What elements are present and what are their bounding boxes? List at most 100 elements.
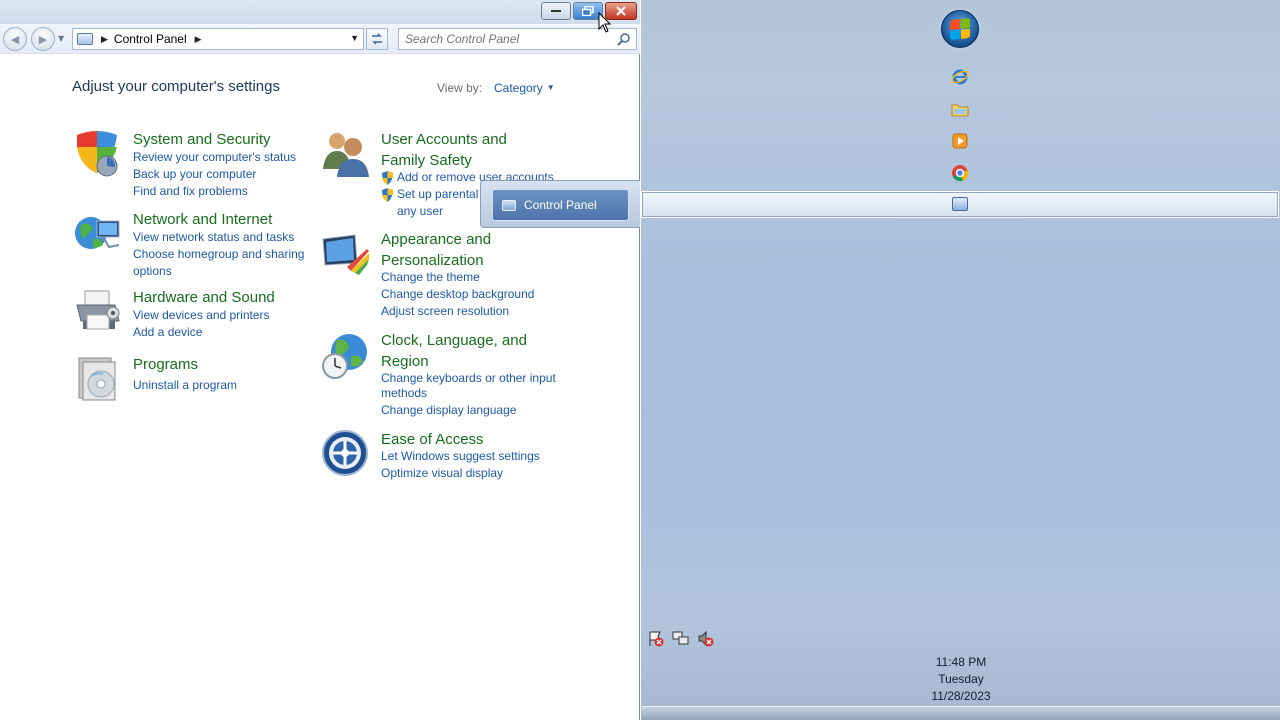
shield-icon[interactable]	[73, 129, 123, 179]
category-title[interactable]: Clock, Language, and Region	[381, 330, 527, 372]
link-windows-suggest-settings[interactable]: Let Windows suggest settings	[381, 448, 540, 465]
link-change-keyboards[interactable]: Change keyboards or other input methods	[381, 371, 556, 401]
minimize-button[interactable]	[541, 2, 571, 20]
category-title[interactable]: Programs	[133, 354, 198, 375]
title-line[interactable]: Personalization	[381, 252, 484, 269]
title-line[interactable]: Family Safety	[381, 152, 472, 169]
forward-arrow-icon: ▶	[38, 32, 48, 46]
breadcrumb-control-panel[interactable]: Control Panel	[114, 32, 187, 46]
clock-time[interactable]: 11:48 PM	[911, 654, 1011, 671]
link-review-status[interactable]: Review your computer's status	[133, 149, 296, 166]
volume-muted-icon[interactable]	[697, 630, 714, 647]
link-find-fix-problems[interactable]: Find and fix problems	[133, 183, 296, 200]
link-optimize-visual-display[interactable]: Optimize visual display	[381, 465, 540, 482]
category-network-and-internet: Network and Internet View network status…	[73, 209, 313, 279]
uac-shield-icon	[382, 171, 393, 185]
monitor-paint-icon[interactable]	[321, 229, 371, 279]
back-button[interactable]: ◀	[3, 27, 27, 51]
clock-day[interactable]: Tuesday	[911, 671, 1011, 688]
show-desktop-button[interactable]	[641, 706, 1280, 720]
printer-icon[interactable]	[73, 287, 123, 337]
uac-shield-icon	[382, 188, 393, 202]
clock-date[interactable]: 11/28/2023	[911, 688, 1011, 705]
title-line[interactable]: Region	[381, 353, 429, 370]
windows-explorer-icon	[951, 104, 969, 117]
control-panel-icon	[77, 33, 93, 45]
link-view-network-status[interactable]: View network status and tasks	[133, 229, 304, 246]
taskbar-internet-explorer[interactable]	[949, 66, 971, 88]
taskbar-windows-explorer[interactable]	[949, 99, 971, 121]
view-by-label: View by:	[437, 81, 483, 95]
windows-logo-icon	[950, 17, 970, 41]
link-display-language[interactable]: Change display language	[381, 403, 556, 418]
system-clock[interactable]: 11:48 PM Tuesday 11/28/2023	[911, 654, 1011, 705]
link-change-theme[interactable]: Change the theme	[381, 269, 534, 286]
link-add-device[interactable]: Add a device	[133, 324, 270, 341]
users-icon[interactable]	[321, 129, 371, 179]
restore-icon	[582, 6, 594, 16]
action-center-icon[interactable]	[647, 630, 664, 647]
breadcrumb-separator-icon[interactable]: ▶	[101, 34, 108, 45]
category-title[interactable]: Appearance and Personalization	[381, 229, 491, 271]
search-input[interactable]	[399, 32, 609, 46]
link-text-line[interactable]: Choose homegroup and sharing	[133, 247, 304, 261]
link-desktop-background[interactable]: Change desktop background	[381, 286, 534, 303]
taskbar-chrome[interactable]	[949, 162, 971, 184]
taskbar-control-panel[interactable]	[641, 191, 1279, 218]
start-button[interactable]	[941, 10, 979, 48]
category-programs: Programs Uninstall a program	[73, 354, 313, 404]
page-heading: Adjust your computer's settings	[72, 78, 280, 95]
taskbar-media-player[interactable]	[949, 130, 971, 152]
recent-pages-dropdown[interactable]: ▼	[58, 34, 64, 43]
ease-of-access-icon[interactable]	[321, 429, 371, 479]
navigation-bar: ◀ ▶ ▼ ▶ Control Panel ▶ ▼	[0, 24, 640, 54]
address-bar[interactable]: ▶ Control Panel ▶ ▼	[72, 28, 364, 50]
programs-disc-icon[interactable]	[73, 354, 123, 404]
title-bar[interactable]	[0, 0, 640, 24]
link-uninstall-program[interactable]: Uninstall a program	[133, 377, 237, 394]
title-line[interactable]: User Accounts and	[381, 131, 507, 148]
back-arrow-icon: ◀	[10, 32, 20, 46]
view-by-dropdown[interactable]: Category ▼	[494, 81, 555, 95]
internet-explorer-icon	[951, 69, 969, 85]
dropdown-arrow-icon[interactable]: ▼	[547, 83, 555, 92]
link-text-line[interactable]: methods	[381, 386, 427, 400]
thumbnail-item-control-panel[interactable]: Control Panel	[492, 189, 629, 221]
view-by-value[interactable]: Category	[494, 81, 543, 95]
notification-area	[647, 630, 714, 650]
search-icon[interactable]	[617, 32, 631, 46]
refresh-button[interactable]	[366, 28, 388, 50]
category-title[interactable]: Network and Internet	[133, 209, 272, 230]
category-appearance-personalization: Appearance and Personalization Change the…	[321, 229, 561, 324]
globe-clock-icon[interactable]	[321, 330, 371, 380]
forward-button[interactable]: ▶	[31, 27, 55, 51]
title-line[interactable]: Clock, Language, and	[381, 332, 527, 349]
thumbnail-label[interactable]: Control Panel	[524, 198, 597, 212]
breadcrumb-separator-icon[interactable]: ▶	[195, 34, 202, 45]
category-title[interactable]: Ease of Access	[381, 429, 484, 450]
chrome-icon	[952, 165, 969, 182]
close-icon	[616, 6, 626, 16]
link-homegroup-sharing[interactable]: Choose homegroup and sharing options	[133, 246, 304, 280]
taskbar-thumbnail-popup: Control Panel	[480, 180, 640, 228]
address-dropdown-icon[interactable]: ▼	[350, 33, 359, 43]
control-panel-window: ◀ ▶ ▼ ▶ Control Panel ▶ ▼ Adjust your co…	[0, 0, 640, 720]
link-devices-printers[interactable]: View devices and printers	[133, 307, 270, 324]
taskbar: 11:48 PM Tuesday 11/28/2023	[641, 0, 1280, 720]
category-ease-of-access: Ease of Access Let Windows suggest setti…	[321, 429, 561, 489]
category-hardware-and-sound: Hardware and Sound View devices and prin…	[73, 287, 313, 347]
network-icon[interactable]	[672, 630, 689, 647]
category-title[interactable]: Hardware and Sound	[133, 287, 275, 308]
media-player-icon	[952, 133, 968, 149]
link-text-line[interactable]: any user	[397, 204, 443, 218]
link-text-line[interactable]: options	[133, 264, 172, 278]
link-text-line[interactable]: Set up parental	[397, 187, 478, 201]
link-back-up[interactable]: Back up your computer	[133, 166, 296, 183]
network-globe-icon[interactable]	[73, 209, 123, 259]
category-title[interactable]: User Accounts and Family Safety	[381, 129, 507, 171]
link-text-line[interactable]: Change keyboards or other input	[381, 371, 556, 385]
category-clock-language-region: Clock, Language, and Region Change keyboa…	[321, 330, 561, 425]
category-title[interactable]: System and Security	[133, 129, 271, 150]
title-line[interactable]: Appearance and	[381, 231, 491, 248]
link-screen-resolution[interactable]: Adjust screen resolution	[381, 303, 534, 320]
